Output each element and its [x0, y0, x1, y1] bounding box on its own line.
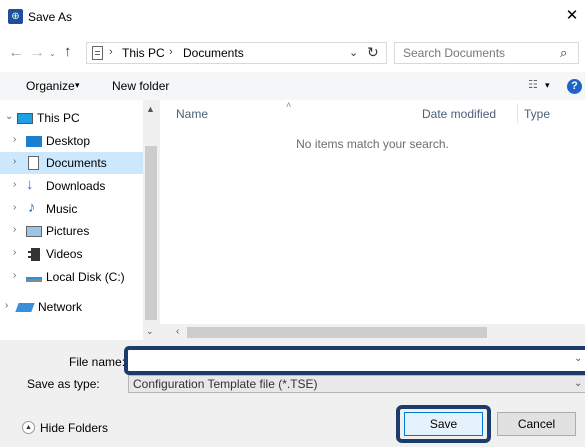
save-type-value: Configuration Template file (*.TSE) [133, 377, 318, 391]
breadcrumb-separator[interactable]: › [109, 46, 113, 58]
chevron-down-icon[interactable]: ⌄ [349, 46, 358, 59]
file-name-label: File name: [69, 355, 126, 369]
organize-button[interactable]: Organize [26, 79, 75, 93]
file-name-field[interactable] [124, 346, 585, 375]
command-bar: Organize ▾ New folder ☷ ▾ ? [0, 72, 585, 100]
sidebar-item-music[interactable]: › ♪ Music [0, 198, 143, 220]
save-type-select[interactable]: Configuration Template file (*.TSE) [128, 375, 585, 393]
save-button[interactable]: Save [404, 412, 483, 436]
search-input[interactable]: Search Documents ⌕ [394, 42, 579, 64]
window-title: Save As [28, 10, 73, 24]
breadcrumb-documents[interactable]: Documents [183, 46, 244, 60]
documents-folder-icon [28, 156, 39, 170]
sidebar-item-videos[interactable]: › Videos [0, 243, 143, 265]
desktop-folder-icon [26, 136, 42, 147]
scroll-up-icon[interactable]: ▲ [146, 104, 155, 114]
column-divider[interactable] [517, 103, 518, 123]
sidebar-item-label: Downloads [46, 179, 106, 193]
chevron-right-icon[interactable]: › [13, 179, 16, 190]
save-type-label: Save as type: [27, 377, 100, 391]
scroll-down-icon[interactable]: ⌄ [146, 326, 154, 337]
file-name-input[interactable] [134, 353, 574, 369]
sidebar-item-label: Network [38, 300, 83, 314]
chevron-right-icon[interactable]: › [13, 224, 16, 235]
downloads-folder-icon: ↓ [26, 176, 34, 193]
recent-locations-icon[interactable]: ⌄ [49, 46, 61, 62]
chevron-up-icon[interactable]: ▲ [22, 421, 35, 434]
search-icon[interactable]: ⌕ [560, 45, 567, 61]
sidebar-item-label: Documents [46, 156, 107, 170]
sidebar-item-documents[interactable]: › Documents [0, 152, 143, 174]
computer-icon [17, 113, 33, 124]
column-header-date-modified[interactable]: Date modified [422, 107, 496, 121]
back-arrow-icon[interactable]: ← [8, 44, 26, 62]
document-icon [92, 46, 103, 60]
column-header-type[interactable]: Type [524, 107, 550, 121]
chevron-right-icon[interactable]: › [13, 156, 16, 167]
breadcrumb-this-pc[interactable]: This PC [122, 46, 165, 60]
chevron-right-icon[interactable]: › [5, 300, 8, 311]
breadcrumb-separator[interactable]: › [169, 46, 173, 58]
help-icon[interactable]: ? [567, 79, 582, 94]
pictures-folder-icon [26, 226, 42, 237]
refresh-icon[interactable]: ↻ [367, 44, 379, 61]
search-placeholder: Search Documents [403, 46, 506, 60]
chevron-down-icon[interactable]: ▾ [75, 80, 80, 91]
sidebar-item-local-disk[interactable]: › Local Disk (C:) [0, 266, 143, 288]
close-button[interactable]: ✕ [562, 6, 582, 26]
local-disk-icon [26, 277, 42, 282]
sidebar-item-label: Music [46, 202, 78, 216]
nav-scrollbar-thumb[interactable] [145, 146, 157, 320]
chevron-right-icon[interactable]: › [13, 134, 16, 145]
sidebar-item-desktop[interactable]: › Desktop [0, 130, 143, 152]
new-folder-button[interactable]: New folder [112, 79, 169, 93]
sidebar-item-pictures[interactable]: › Pictures [0, 220, 143, 242]
sort-indicator-icon: ˄ [286, 100, 292, 110]
horizontal-scrollbar-thumb[interactable] [187, 327, 487, 338]
hide-folders-button[interactable]: Hide Folders [40, 421, 108, 435]
sidebar-item-network[interactable]: › Network [0, 296, 143, 318]
sidebar-item-label: Desktop [46, 134, 91, 148]
sidebar-item-downloads[interactable]: › ↓ Downloads [0, 175, 143, 197]
chevron-down-icon[interactable]: ⌄ [574, 378, 582, 389]
navigation-pane: ⌄ This PC › Desktop › Documents › ↓ Down… [0, 100, 160, 340]
music-folder-icon: ♪ [28, 199, 36, 216]
address-bar[interactable]: › This PC › Documents ⌄ ↻ [86, 42, 387, 64]
videos-folder-icon [28, 248, 40, 261]
chevron-right-icon[interactable]: › [13, 202, 16, 213]
empty-message: No items match your search. [296, 137, 449, 151]
chevron-down-icon[interactable]: ⌄ [5, 111, 13, 122]
title-bar: ⊕ Save As ✕ [0, 0, 585, 34]
column-header-name[interactable]: Name [176, 107, 208, 121]
network-icon [15, 303, 35, 312]
globe-icon: ⊕ [8, 9, 23, 24]
sidebar-item-label: Pictures [46, 224, 90, 238]
sidebar-item-this-pc[interactable]: ⌄ This PC [0, 107, 143, 129]
up-arrow-icon[interactable]: ↑ [64, 43, 80, 61]
sidebar-item-label: Videos [46, 247, 83, 261]
sidebar-item-label: Local Disk (C:) [46, 270, 125, 284]
file-list[interactable] [160, 100, 585, 324]
chevron-right-icon[interactable]: › [13, 247, 16, 258]
cancel-button[interactable]: Cancel [497, 412, 576, 436]
forward-arrow-icon[interactable]: → [29, 44, 47, 62]
chevron-down-icon[interactable]: ⌄ [574, 353, 582, 364]
view-options-icon[interactable]: ☷ [528, 78, 542, 92]
sidebar-item-label: This PC [37, 111, 80, 125]
chevron-right-icon[interactable]: › [13, 270, 16, 281]
scroll-left-icon[interactable]: ‹ [176, 326, 179, 337]
chevron-down-icon[interactable]: ▾ [545, 80, 550, 91]
